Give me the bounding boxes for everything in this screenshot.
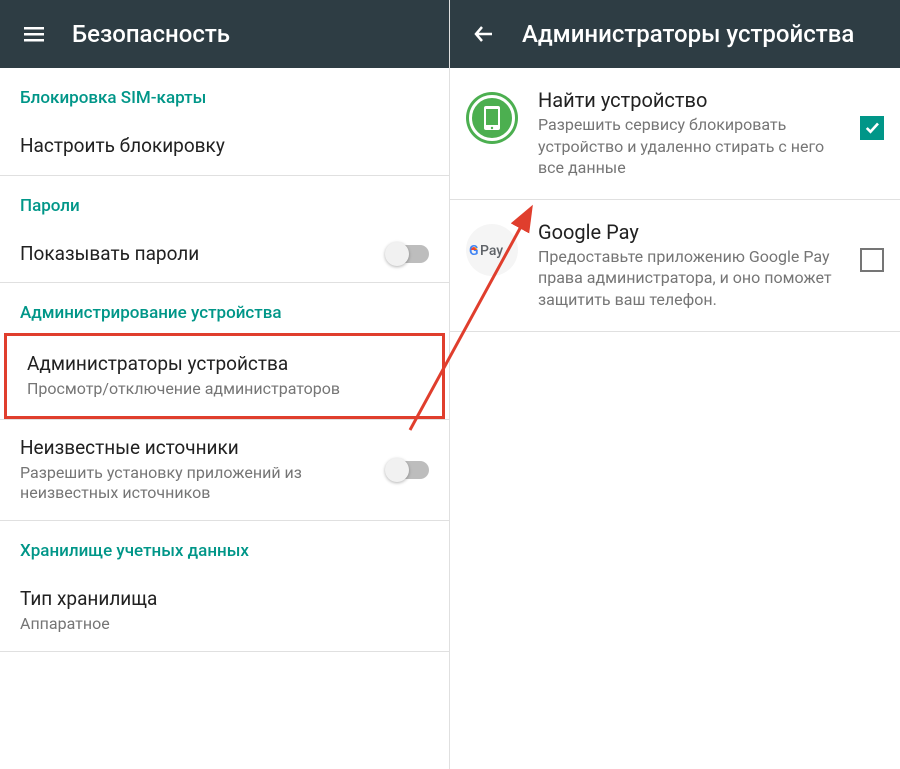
security-settings-panel: Безопасность Блокировка SIM-карты Настро… [0, 0, 450, 769]
hamburger-menu-icon[interactable] [18, 18, 50, 50]
settings-content: Блокировка SIM-карты Настроить блокировк… [0, 68, 449, 652]
unknown-sources-toggle[interactable] [387, 461, 429, 479]
unknown-sources-subtitle: Разрешить установку приложений из неизве… [20, 463, 377, 505]
storage-type-title: Тип хранилища [20, 587, 419, 612]
find-device-description: Разрешить сервису блокировать устройство… [538, 114, 848, 179]
show-passwords-toggle[interactable] [387, 245, 429, 263]
unknown-sources-title: Неизвестные источники [20, 436, 377, 461]
google-pay-checkbox[interactable] [860, 248, 884, 272]
svg-text:Pay: Pay [480, 243, 503, 259]
appbar-left: Безопасность [0, 0, 449, 68]
divider [0, 651, 449, 652]
device-admins-item[interactable]: Администраторы устройства Просмотр/отклю… [7, 336, 442, 415]
appbar-right: Администраторы устройства [450, 0, 900, 68]
section-passwords: Пароли [0, 176, 449, 226]
section-sim-lock: Блокировка SIM-карты [0, 68, 449, 118]
show-passwords-label: Показывать пароли [20, 242, 377, 267]
back-arrow-icon[interactable] [468, 18, 500, 50]
google-pay-description: Предоставьте приложению Google Pay права… [538, 246, 848, 311]
highlighted-annotation: Администраторы устройства Просмотр/отклю… [4, 333, 445, 418]
find-device-item[interactable]: Найти устройство Разрешить сервису блоки… [450, 68, 900, 200]
storage-type-value: Аппаратное [20, 614, 419, 635]
page-title-right: Администраторы устройства [522, 20, 854, 48]
find-device-title: Найти устройство [538, 88, 848, 112]
device-admins-title: Администраторы устройства [27, 352, 412, 377]
find-device-icon [466, 92, 518, 144]
google-pay-icon: G Pay [466, 224, 518, 276]
svg-text:G: G [469, 243, 479, 259]
find-device-checkbox[interactable] [860, 116, 884, 140]
google-pay-title: Google Pay [538, 220, 848, 244]
storage-type-item[interactable]: Тип хранилища Аппаратное [0, 571, 449, 650]
section-device-admin: Администрирование устройства [0, 283, 449, 333]
setup-lock-label: Настроить блокировку [20, 134, 419, 159]
page-title-left: Безопасность [72, 20, 230, 48]
google-pay-item[interactable]: G Pay Google Pay Предоставьте приложению… [450, 200, 900, 332]
show-passwords-item[interactable]: Показывать пароли [0, 226, 449, 283]
section-credentials: Хранилище учетных данных [0, 521, 449, 571]
device-admins-panel: Администраторы устройства Найти устройст… [450, 0, 900, 769]
unknown-sources-item[interactable]: Неизвестные источники Разрешить установк… [0, 420, 449, 520]
setup-lock-item[interactable]: Настроить блокировку [0, 118, 449, 175]
device-admins-subtitle: Просмотр/отключение администраторов [27, 379, 412, 400]
